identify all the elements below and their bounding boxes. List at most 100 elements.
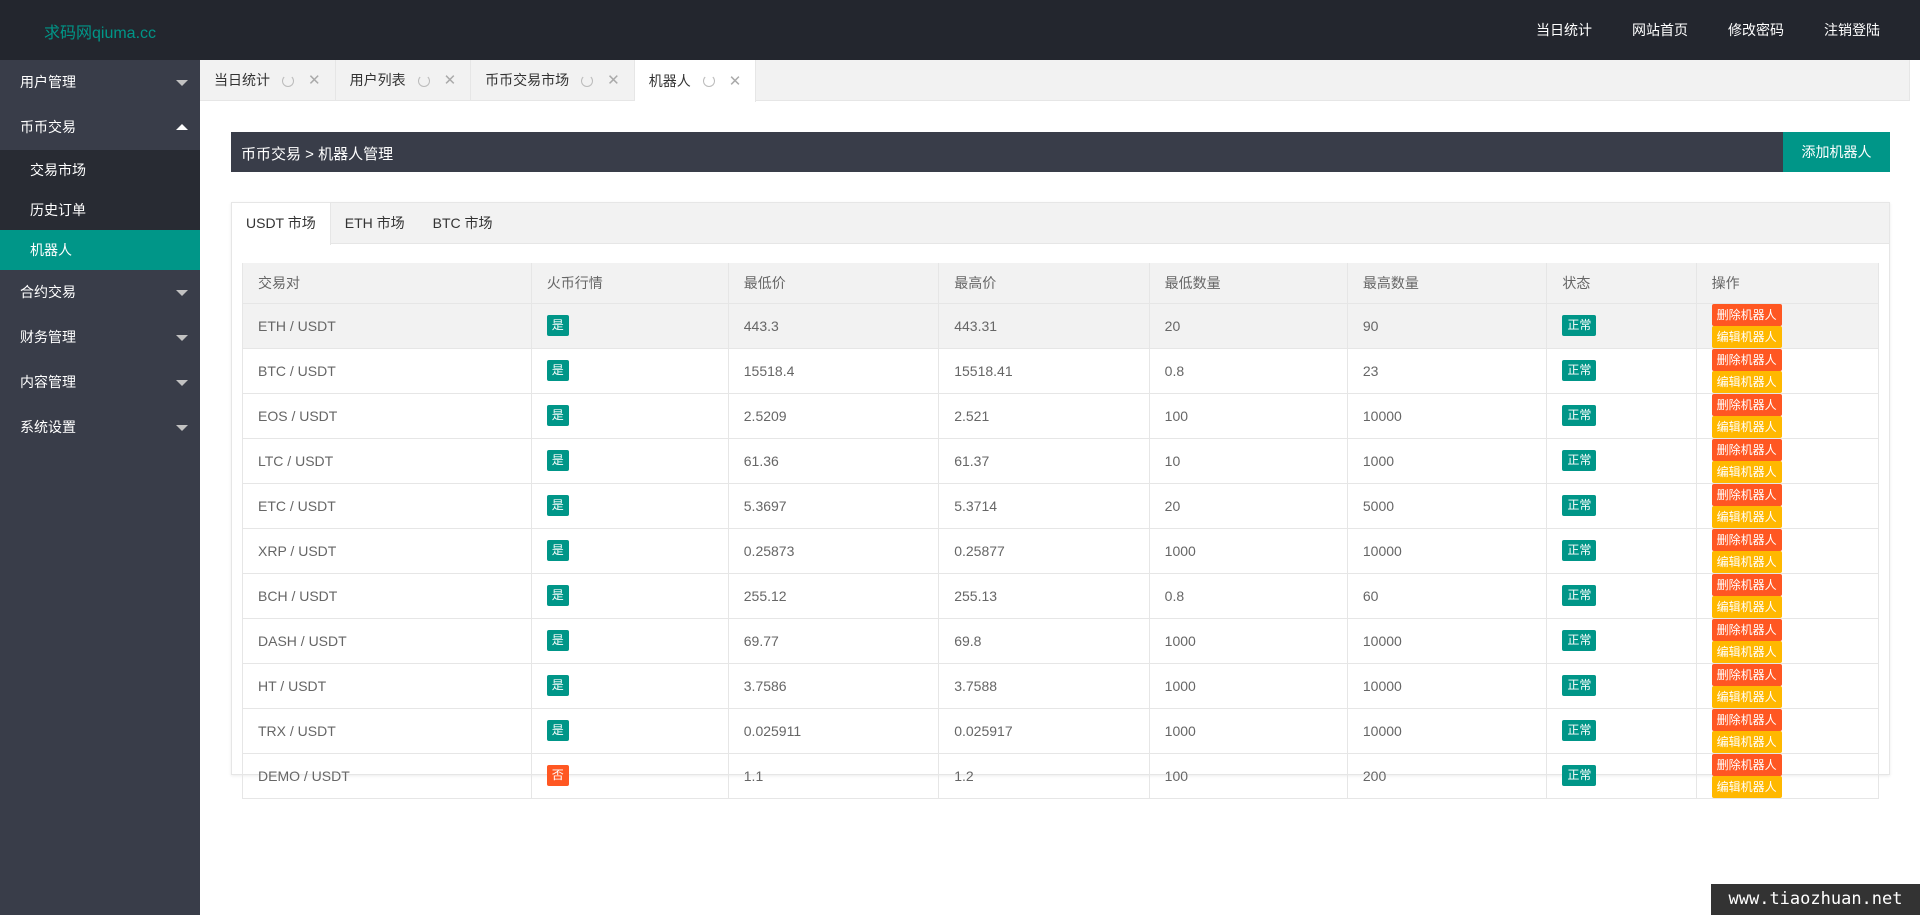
- table-cell: 删除机器人编辑机器人: [1696, 348, 1880, 394]
- site-logo[interactable]: 求码网qiuma.cc: [44, 19, 156, 43]
- table-cell: 10: [1149, 438, 1348, 484]
- refresh-icon[interactable]: [702, 75, 715, 87]
- table-row: LTC / USDT 是 61.36 61.37 10 1000 正常 删除机器人编辑机器人: [242, 438, 1880, 484]
- tab-robot[interactable]: 机器人 ✕: [634, 60, 757, 102]
- table-cell: 是: [531, 663, 729, 709]
- sidebar-item-label: 系统设置: [20, 419, 76, 435]
- nav-change-password[interactable]: 修改密码: [1728, 20, 1784, 40]
- table-cell: 3.7586: [728, 663, 940, 709]
- edit-robot-button[interactable]: 编辑机器人: [1711, 505, 1782, 528]
- edit-robot-button[interactable]: 编辑机器人: [1711, 775, 1782, 798]
- delete-robot-button[interactable]: 删除机器人: [1711, 663, 1782, 686]
- edit-robot-button[interactable]: 编辑机器人: [1711, 415, 1782, 438]
- sidebar-item-system-settings[interactable]: 系统设置: [0, 405, 200, 450]
- table-cell: 正常: [1546, 348, 1697, 394]
- table-cell: 删除机器人编辑机器人: [1696, 573, 1880, 619]
- min-price: 443.3: [743, 317, 779, 334]
- table-cell: 正常: [1546, 438, 1697, 484]
- table-cell: 20: [1149, 303, 1348, 349]
- sidebar-item-contract-trading[interactable]: 合约交易: [0, 270, 200, 315]
- huobi-quote-badge: 是: [546, 450, 569, 471]
- edit-robot-button[interactable]: 编辑机器人: [1711, 595, 1782, 618]
- sidebar-subitem-robot[interactable]: 机器人: [0, 230, 200, 270]
- delete-robot-button[interactable]: 删除机器人: [1711, 393, 1782, 416]
- delete-robot-button[interactable]: 删除机器人: [1711, 753, 1782, 776]
- close-icon[interactable]: ✕: [607, 73, 620, 88]
- edit-robot-button[interactable]: 编辑机器人: [1711, 370, 1782, 393]
- page-title: 币币交易 > 机器人管理: [241, 146, 394, 163]
- min-price: 3.7586: [743, 677, 787, 694]
- nav-logout[interactable]: 注销登陆: [1824, 20, 1880, 40]
- close-icon[interactable]: ✕: [729, 74, 742, 89]
- sidebar-item-spot-trading[interactable]: 币币交易: [0, 105, 200, 150]
- table-cell: 正常: [1546, 528, 1697, 574]
- table-cell: 0.025917: [938, 708, 1150, 754]
- sidebar-subitem-market[interactable]: 交易市场: [0, 150, 200, 190]
- table-cell: DASH / USDT: [242, 618, 532, 664]
- refresh-icon[interactable]: [282, 74, 294, 87]
- tab-user-list[interactable]: 用户列表 ✕: [336, 60, 472, 101]
- delete-robot-button[interactable]: 删除机器人: [1711, 303, 1782, 326]
- status-badge: 正常: [1562, 540, 1597, 561]
- tab-usdt-market[interactable]: USDT 市场: [232, 203, 331, 245]
- table-cell: ETH / USDT: [242, 303, 532, 349]
- nav-daily-stats[interactable]: 当日统计: [1536, 20, 1592, 40]
- edit-robot-button[interactable]: 编辑机器人: [1711, 730, 1782, 753]
- table-cell: BCH / USDT: [242, 573, 532, 619]
- min-price: 69.77: [743, 632, 779, 649]
- table-cell: 否: [531, 753, 729, 799]
- max-quantity: 200: [1362, 767, 1387, 784]
- table-cell: 删除机器人编辑机器人: [1696, 438, 1880, 484]
- table-cell: ETC / USDT: [242, 483, 532, 529]
- column-header: 状态: [1546, 263, 1697, 304]
- refresh-icon[interactable]: [417, 74, 430, 87]
- table-row: BTC / USDT 是 15518.4 15518.41 0.8 23 正常 删除机器人编辑…: [242, 348, 1880, 394]
- table-cell: 是: [531, 393, 729, 439]
- table-cell: 61.36: [728, 438, 940, 484]
- sidebar-item-user-management[interactable]: 用户管理: [0, 60, 200, 105]
- sidebar-subitem-history-orders[interactable]: 历史订单: [0, 190, 200, 230]
- edit-robot-button[interactable]: 编辑机器人: [1711, 460, 1782, 483]
- max-price: 5.3714: [954, 497, 998, 514]
- delete-robot-button[interactable]: 删除机器人: [1711, 348, 1782, 371]
- tab-btc-market[interactable]: BTC 市场: [419, 203, 507, 244]
- delete-robot-button[interactable]: 删除机器人: [1711, 708, 1782, 731]
- huobi-quote-badge: 否: [546, 765, 569, 786]
- nav-home[interactable]: 网站首页: [1632, 20, 1688, 40]
- sidebar-item-content[interactable]: 内容管理: [0, 360, 200, 405]
- table-cell: 1.1: [728, 753, 940, 799]
- tab-daily-stats[interactable]: 当日统计 ✕: [200, 60, 336, 101]
- tab-spot-market[interactable]: 币币交易市场 ✕: [471, 60, 635, 101]
- edit-robot-button[interactable]: 编辑机器人: [1711, 550, 1782, 573]
- table-cell: 正常: [1546, 393, 1697, 439]
- trading-pair: BCH / USDT: [258, 587, 338, 604]
- column-header: 最低价: [728, 263, 940, 304]
- close-icon[interactable]: ✕: [308, 73, 321, 88]
- max-price: 0.025917: [954, 722, 1013, 739]
- sidebar-item-finance[interactable]: 财务管理: [0, 315, 200, 360]
- edit-robot-button[interactable]: 编辑机器人: [1711, 685, 1782, 708]
- table-cell: 0.25877: [938, 528, 1150, 574]
- delete-robot-button[interactable]: 删除机器人: [1711, 573, 1782, 596]
- delete-robot-button[interactable]: 删除机器人: [1711, 483, 1782, 506]
- min-quantity: 1000: [1164, 542, 1196, 559]
- close-icon[interactable]: ✕: [444, 73, 457, 88]
- table-cell: 2.521: [938, 393, 1150, 439]
- edit-robot-button[interactable]: 编辑机器人: [1711, 640, 1782, 663]
- delete-robot-button[interactable]: 删除机器人: [1711, 438, 1782, 461]
- table-cell: DEMO / USDT: [242, 753, 532, 799]
- refresh-icon[interactable]: [581, 74, 594, 87]
- status-badge: 正常: [1562, 450, 1597, 471]
- table-cell: 20: [1149, 483, 1348, 529]
- max-quantity: 90: [1362, 317, 1379, 334]
- add-robot-button[interactable]: 添加机器人: [1783, 132, 1890, 172]
- table-cell: 1000: [1149, 528, 1348, 574]
- delete-robot-button[interactable]: 删除机器人: [1711, 618, 1782, 641]
- delete-robot-button[interactable]: 删除机器人: [1711, 528, 1782, 551]
- edit-robot-button[interactable]: 编辑机器人: [1711, 325, 1782, 348]
- table-row: BCH / USDT 是 255.12 255.13 0.8 60 正常 删除机器人编辑机器人: [242, 573, 1880, 619]
- trading-pair: EOS / USDT: [258, 407, 338, 424]
- sidebar-item-label: 合约交易: [20, 284, 76, 300]
- tab-eth-market[interactable]: ETH 市场: [331, 203, 419, 244]
- table-cell: 15518.41: [938, 348, 1150, 394]
